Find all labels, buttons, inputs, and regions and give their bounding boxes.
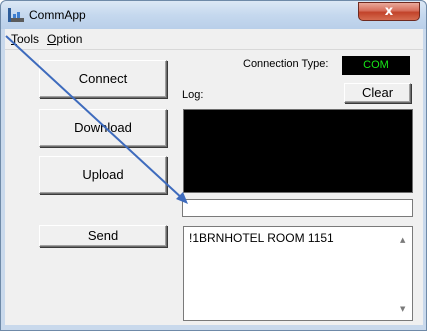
menu-option[interactable]: Option xyxy=(47,32,82,46)
upload-button[interactable]: Upload xyxy=(39,156,167,194)
log-output xyxy=(183,109,413,193)
window-title: CommApp xyxy=(29,8,86,22)
command-input[interactable] xyxy=(182,199,413,217)
scroll-down-icon[interactable]: ▼ xyxy=(400,305,405,313)
connect-button[interactable]: Connect xyxy=(39,60,167,98)
close-button[interactable]: x xyxy=(358,2,420,21)
send-text: !1BRNHOTEL ROOM 1151 xyxy=(189,231,334,245)
menu-tools-label: ools xyxy=(17,32,40,46)
menu-option-accel: O xyxy=(47,32,57,46)
main-panel: Connect Download Upload Send Connection … xyxy=(5,49,423,325)
log-label: Log: xyxy=(182,89,204,101)
connection-type-value: COM xyxy=(342,56,410,75)
app-icon xyxy=(8,8,24,22)
connection-type-label: Connection Type: xyxy=(243,58,329,70)
clear-button[interactable]: Clear xyxy=(344,83,411,103)
send-text-area[interactable]: !1BRNHOTEL ROOM 1151 ▲ ▼ xyxy=(183,226,413,321)
menu-bar: Tools Option xyxy=(5,29,423,49)
title-bar[interactable]: CommApp x xyxy=(1,1,426,29)
scroll-up-icon[interactable]: ▲ xyxy=(400,236,405,244)
close-icon: x xyxy=(384,4,394,19)
menu-tools[interactable]: Tools xyxy=(11,32,39,46)
download-button[interactable]: Download xyxy=(39,109,167,147)
app-window: CommApp x Tools Option Connect Download … xyxy=(0,0,427,331)
menu-option-label: ption xyxy=(56,32,83,46)
send-button[interactable]: Send xyxy=(39,225,167,247)
